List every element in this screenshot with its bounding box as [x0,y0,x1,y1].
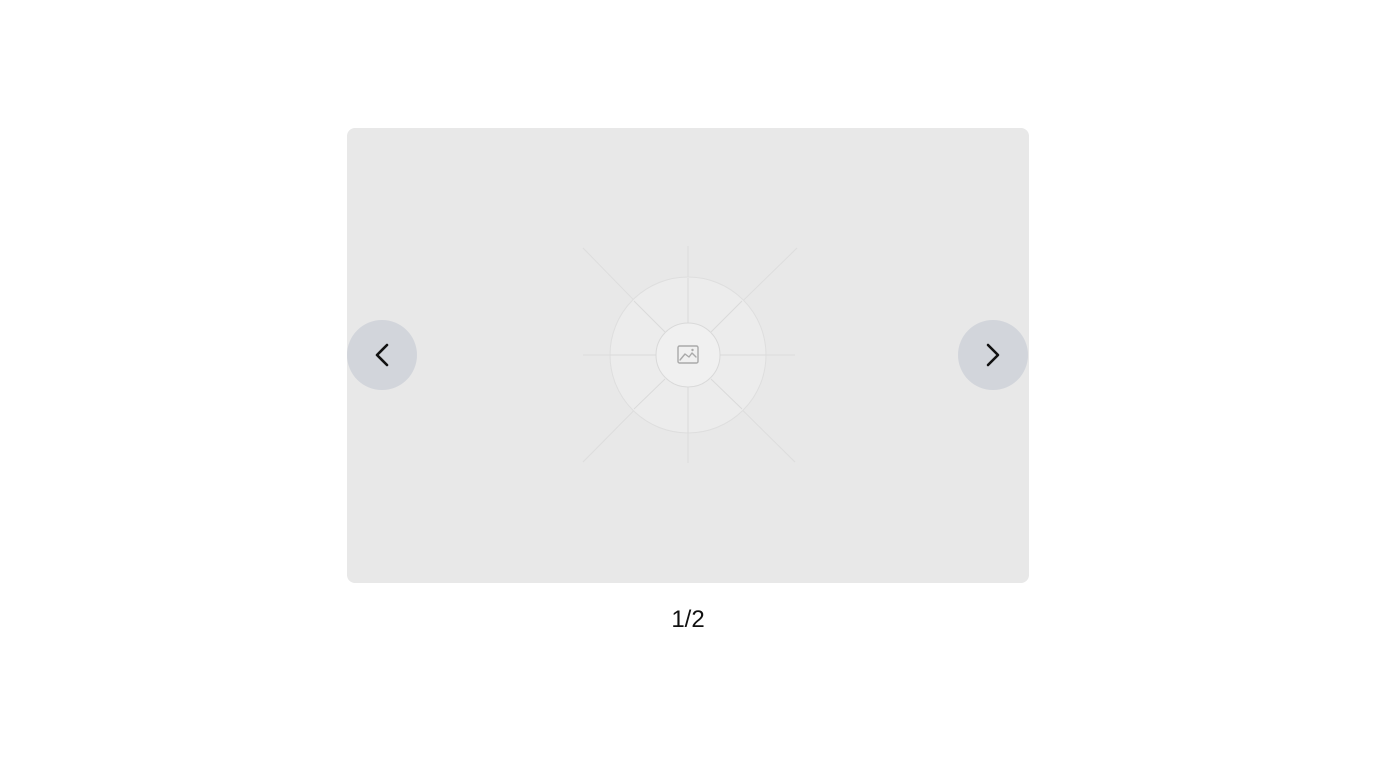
carousel-slide [347,128,1029,583]
slide-counter: 1/2 [671,606,705,633]
previous-slide-button[interactable] [347,320,417,390]
chevron-left-icon [375,343,389,367]
page: 1/2 [0,0,1376,768]
next-slide-button[interactable] [958,320,1028,390]
chevron-right-icon [986,343,1000,367]
image-placeholder [582,246,798,463]
